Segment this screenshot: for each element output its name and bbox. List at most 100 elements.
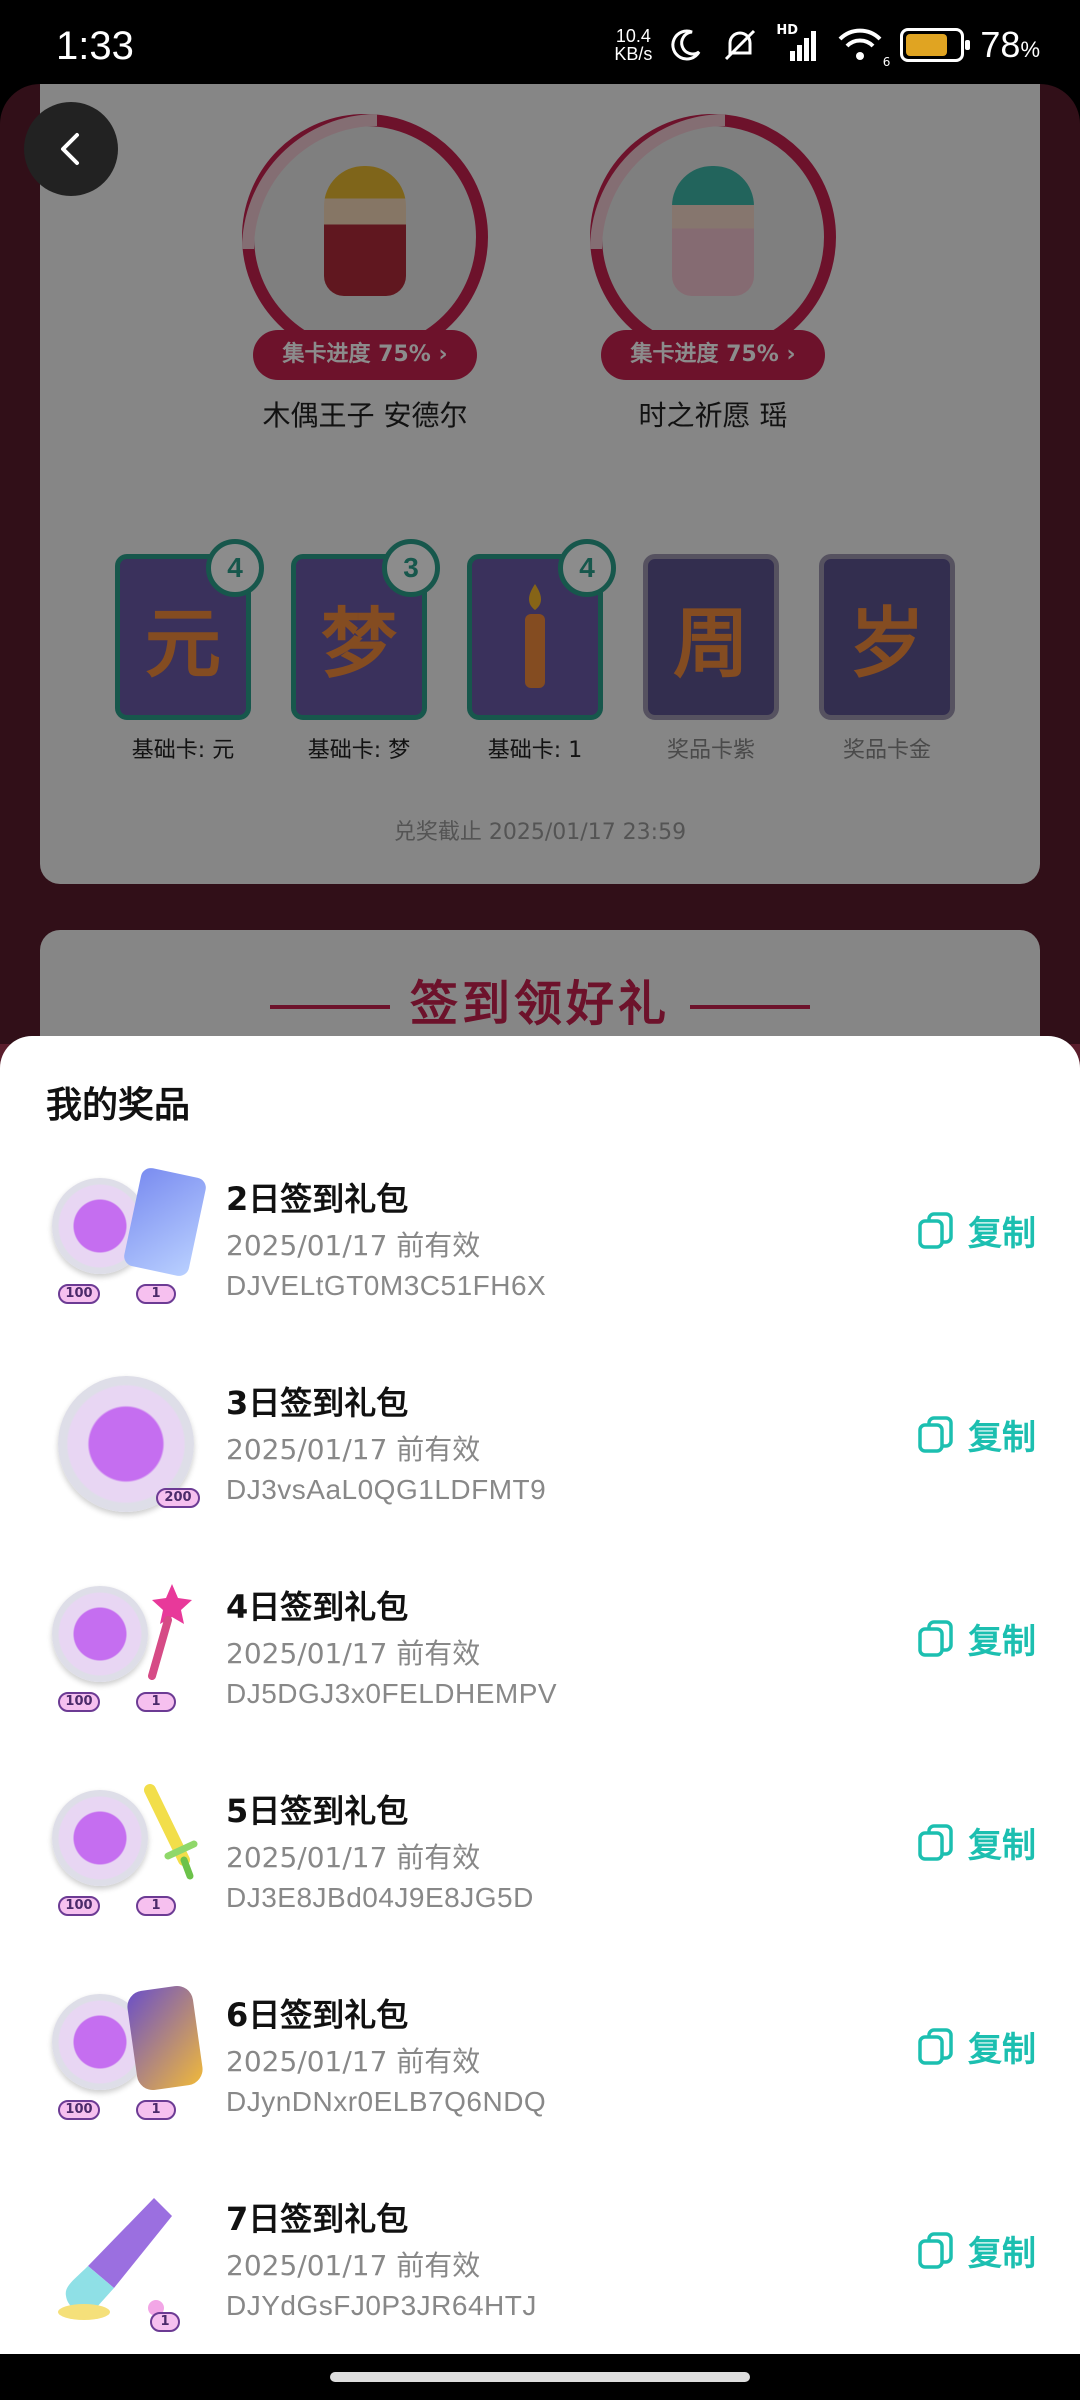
chevron-right-icon: › <box>786 342 796 367</box>
card-face: 岁 <box>819 554 955 720</box>
prize-validity: 2025/01/17 前有效 <box>226 1841 481 1874</box>
copy-label: 复制 <box>968 1214 1036 1254</box>
battery-icon <box>900 28 971 62</box>
prize-validity: 2025/01/17 前有效 <box>226 1433 481 1466</box>
card-label: 基础卡: 1 <box>487 738 583 763</box>
copy-button[interactable]: 复制 <box>916 1818 1036 1867</box>
prize-code: DJ3E8JBd04J9E8JG5D <box>226 1882 534 1913</box>
copy-label: 复制 <box>968 1418 1036 1458</box>
card-sui[interactable]: 岁 奖品卡金 <box>819 554 955 764</box>
prize-validity: 2025/01/17 前有效 <box>226 1637 481 1670</box>
copy-icon <box>918 1823 953 1861</box>
prize-validity: 2025/01/17 前有效 <box>226 2045 481 2078</box>
progress-label: 集卡进度 75% <box>282 342 431 367</box>
card-label: 基础卡: 元 <box>131 738 235 763</box>
prize-item: 100 1 6日签到礼包 2025/01/17 前有效 DJynDNxr0ELB… <box>0 1970 1080 2174</box>
card-item-icon <box>122 1166 208 1278</box>
paint-tube-icon <box>58 2198 172 2320</box>
copy-label: 复制 <box>968 1826 1036 1866</box>
prize-icon: 100 1 <box>44 1166 208 1308</box>
collection-progress-pill[interactable]: 集卡进度 75% › <box>253 330 477 380</box>
status-time: 1:33 <box>56 24 134 68</box>
chevron-left-icon <box>61 133 79 165</box>
copy-label: 复制 <box>968 2030 1036 2070</box>
prize-item: 100 1 5日签到礼包 2025/01/17 前有效 DJ3E8JBd04J9… <box>0 1766 1080 1970</box>
copy-button[interactable]: 复制 <box>916 1206 1036 1255</box>
prize-icon: 100 1 <box>44 1983 205 2124</box>
collection-card: 集卡进度 75% › 木偶王子 安德尔 集卡进度 75% › 时之祈愿 瑶 元4… <box>40 84 1040 884</box>
prize-list: 100 1 2日签到礼包 2025/01/17 前有效 DJVELtGT0M3C… <box>0 1154 1080 2354</box>
prize-name: 3日签到礼包 <box>226 1384 409 1422</box>
character-name: 时之祈愿 瑶 <box>638 399 788 432</box>
prize-icon: 200 <box>44 1372 204 1512</box>
character-ring <box>242 114 488 360</box>
card-label: 奖品卡紫 <box>666 738 755 763</box>
prize-code: DJVELtGT0M3C51FH6X <box>226 1270 547 1301</box>
title-divider-right <box>690 1005 810 1009</box>
card-face: 4 <box>467 539 616 720</box>
prize-code: DJ5DGJ3x0FELDHEMPV <box>226 1678 558 1709</box>
candle-icon <box>525 584 545 688</box>
title-divider-left <box>269 1005 390 1009</box>
quantity-tag: 100 <box>58 1284 100 1304</box>
character-2[interactable]: 集卡进度 75% › 时之祈愿 瑶 <box>588 114 838 434</box>
status-bar: 1:33 10.4 KB/s HD 6 78% <box>0 0 1080 84</box>
card-face: 周 <box>643 554 779 720</box>
wifi-icon: 6 <box>836 27 890 69</box>
prize-icon: 100 1 <box>44 1780 204 1920</box>
prize-item: 100 1 2日签到礼包 2025/01/17 前有效 DJVELtGT0M3C… <box>0 1154 1080 1358</box>
prize-item: 1 7日签到礼包 2025/01/17 前有效 DJYdGsFJ0P3JR64H… <box>0 2174 1080 2354</box>
signin-title-text: 签到领好礼 <box>409 976 670 1032</box>
prize-validity: 2025/01/17 前有效 <box>226 2249 481 2282</box>
mute-bell-icon <box>725 29 756 61</box>
battery-percent: 78% <box>980 24 1040 66</box>
character-ring <box>590 114 836 360</box>
prize-name: 5日签到礼包 <box>226 1792 409 1830</box>
copy-button[interactable]: 复制 <box>916 2022 1036 2071</box>
card-label: 基础卡: 梦 <box>307 738 411 763</box>
wand-icon <box>148 1584 192 1680</box>
home-indicator[interactable] <box>330 2372 750 2382</box>
quantity-tag: 1 <box>136 2100 176 2120</box>
copy-button[interactable]: 复制 <box>916 1410 1036 1459</box>
prize-code: DJYdGsFJ0P3JR64HTJ <box>226 2290 537 2321</box>
card-count-badge: 4 <box>558 539 616 597</box>
card-zhou[interactable]: 周 奖品卡紫 <box>643 554 779 764</box>
character-1[interactable]: 集卡进度 75% › 木偶王子 安德尔 <box>240 114 490 434</box>
signin-title: 签到领好礼 <box>0 964 1080 1034</box>
battery-value: 78 <box>980 24 1021 65</box>
quantity-tag: 1 <box>136 1692 176 1712</box>
prize-validity: 2025/01/17 前有效 <box>226 1229 481 1262</box>
card-glyph: 元 <box>145 599 221 688</box>
card-count-badge: 3 <box>382 539 440 597</box>
collection-progress-pill[interactable]: 集卡进度 75% › <box>601 330 825 380</box>
card-candle[interactable]: 4 基础卡: 1 <box>467 539 616 764</box>
copy-icon <box>918 2231 953 2269</box>
card-face: 元4 <box>115 539 264 720</box>
card-yuan[interactable]: 元4 基础卡: 元 <box>115 539 264 764</box>
copy-label: 复制 <box>968 2234 1036 2274</box>
copy-button[interactable]: 复制 <box>916 1614 1036 1663</box>
hd-label: HD <box>776 23 799 38</box>
prize-code: DJynDNxr0ELB7Q6NDQ <box>226 2086 547 2117</box>
prize-name: 7日签到礼包 <box>226 2200 409 2238</box>
copy-button[interactable]: 复制 <box>916 2226 1036 2275</box>
card-row: 元4 基础卡: 元 梦3 基础卡: 梦 4 基础卡: 1 周 奖品卡紫 岁 奖品… <box>115 539 955 764</box>
sword-icon <box>144 1784 198 1880</box>
quantity-tag: 1 <box>136 1284 176 1304</box>
character-figure <box>672 166 754 296</box>
character-name: 木偶王子 安德尔 <box>262 399 468 432</box>
card-meng[interactable]: 梦3 基础卡: 梦 <box>291 539 440 764</box>
wifi-sub-label: 6 <box>882 55 891 69</box>
copy-label: 复制 <box>968 1622 1036 1662</box>
prize-name: 4日签到礼包 <box>226 1588 409 1626</box>
battery-fill <box>906 34 948 56</box>
status-icons: 10.4 KB/s HD 6 78% <box>614 20 1040 70</box>
character-figure <box>324 166 406 296</box>
card-face: 梦3 <box>291 539 440 720</box>
back-button[interactable] <box>24 102 118 196</box>
card-glyph: 梦 <box>321 599 397 688</box>
prize-item: 200 3日签到礼包 2025/01/17 前有效 DJ3vsAaL0QG1LD… <box>0 1358 1080 1562</box>
prize-name: 6日签到礼包 <box>226 1996 409 2034</box>
copy-icon <box>918 1619 953 1657</box>
